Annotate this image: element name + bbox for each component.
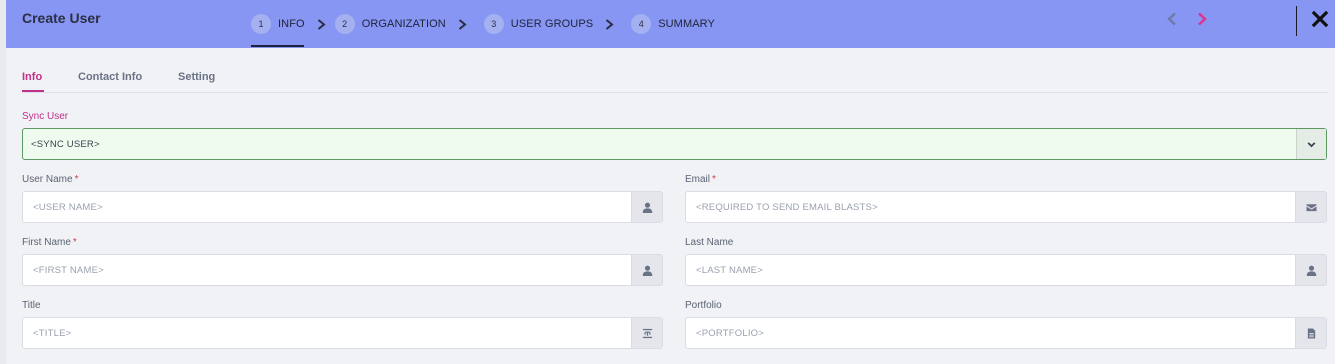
first-name-label-text: First Name	[22, 237, 71, 248]
user-name-label: User Name *	[22, 174, 78, 185]
step-label: ORGANIZATION	[361, 18, 446, 30]
first-name-label: First Name *	[22, 237, 77, 248]
user-icon	[1295, 255, 1326, 285]
last-name-label: Last Name	[685, 237, 734, 248]
wizard-steps: 1 INFO 2 ORGANIZATION 3 USER GROUPS 4 SU…	[251, 0, 723, 48]
user-icon	[631, 255, 662, 285]
chevron-right-icon	[605, 0, 615, 48]
portfolio-field	[685, 317, 1327, 349]
step-user-groups[interactable]: 3 USER GROUPS	[483, 0, 623, 48]
portfolio-input[interactable]	[686, 318, 1294, 348]
user-name-label-text: User Name	[22, 174, 73, 185]
title-label: Title	[22, 300, 41, 311]
email-input[interactable]	[686, 192, 1294, 222]
dialog-header: Create User 1 INFO 2 ORGANIZATION 3 USER…	[6, 0, 1335, 48]
last-name-input[interactable]	[686, 255, 1294, 285]
chevron-right-icon[interactable]	[1196, 12, 1208, 26]
required-marker: *	[72, 237, 77, 248]
create-user-dialog: Create User 1 INFO 2 ORGANIZATION 3 USER…	[6, 0, 1335, 364]
tab-contact-info[interactable]: Contact Info	[78, 71, 142, 91]
step-number: 4	[631, 14, 652, 34]
email-field	[685, 191, 1327, 223]
step-info[interactable]: 1 INFO	[251, 0, 335, 48]
step-number: 3	[483, 14, 504, 34]
step-label: USER GROUPS	[510, 18, 594, 30]
tab-info[interactable]: Info	[22, 71, 45, 92]
user-name-input[interactable]	[23, 192, 630, 222]
portfolio-label: Portfolio	[685, 300, 722, 311]
email-label: Email *	[685, 174, 716, 185]
email-label-text: Email	[685, 174, 711, 185]
step-number: 2	[334, 14, 355, 34]
header-divider	[1296, 6, 1297, 36]
first-name-input[interactable]	[23, 255, 630, 285]
step-number: 1	[251, 14, 271, 34]
step-summary[interactable]: 4 SUMMARY	[631, 0, 715, 48]
title-field	[22, 317, 663, 349]
step-label: SUMMARY	[658, 18, 715, 30]
chevron-left-icon[interactable]	[1166, 12, 1178, 26]
chevron-right-icon	[317, 0, 327, 48]
last-name-field	[685, 254, 1327, 286]
step-organization[interactable]: 2 ORGANIZATION	[334, 0, 476, 48]
sync-user-select[interactable]: <SYNC USER>	[22, 128, 1327, 160]
required-marker: *	[74, 174, 79, 185]
close-icon[interactable]	[1311, 10, 1329, 28]
user-name-field	[22, 191, 663, 223]
text-height-icon	[631, 318, 662, 348]
chevron-right-icon	[458, 0, 468, 48]
form-tabs: Info Contact Info Setting	[22, 64, 1328, 93]
user-icon	[631, 192, 662, 222]
first-name-field	[22, 254, 663, 286]
required-marker: *	[712, 174, 716, 185]
dialog-title: Create User	[22, 10, 101, 26]
chevron-down-icon[interactable]	[1296, 129, 1326, 159]
tab-setting[interactable]: Setting	[178, 71, 215, 91]
file-icon	[1295, 318, 1326, 348]
step-label: INFO	[278, 18, 305, 30]
sync-user-label: Sync User	[22, 111, 69, 122]
sync-user-value: <SYNC USER>	[31, 139, 100, 150]
title-input[interactable]	[23, 318, 630, 348]
envelope-icon	[1295, 192, 1326, 222]
